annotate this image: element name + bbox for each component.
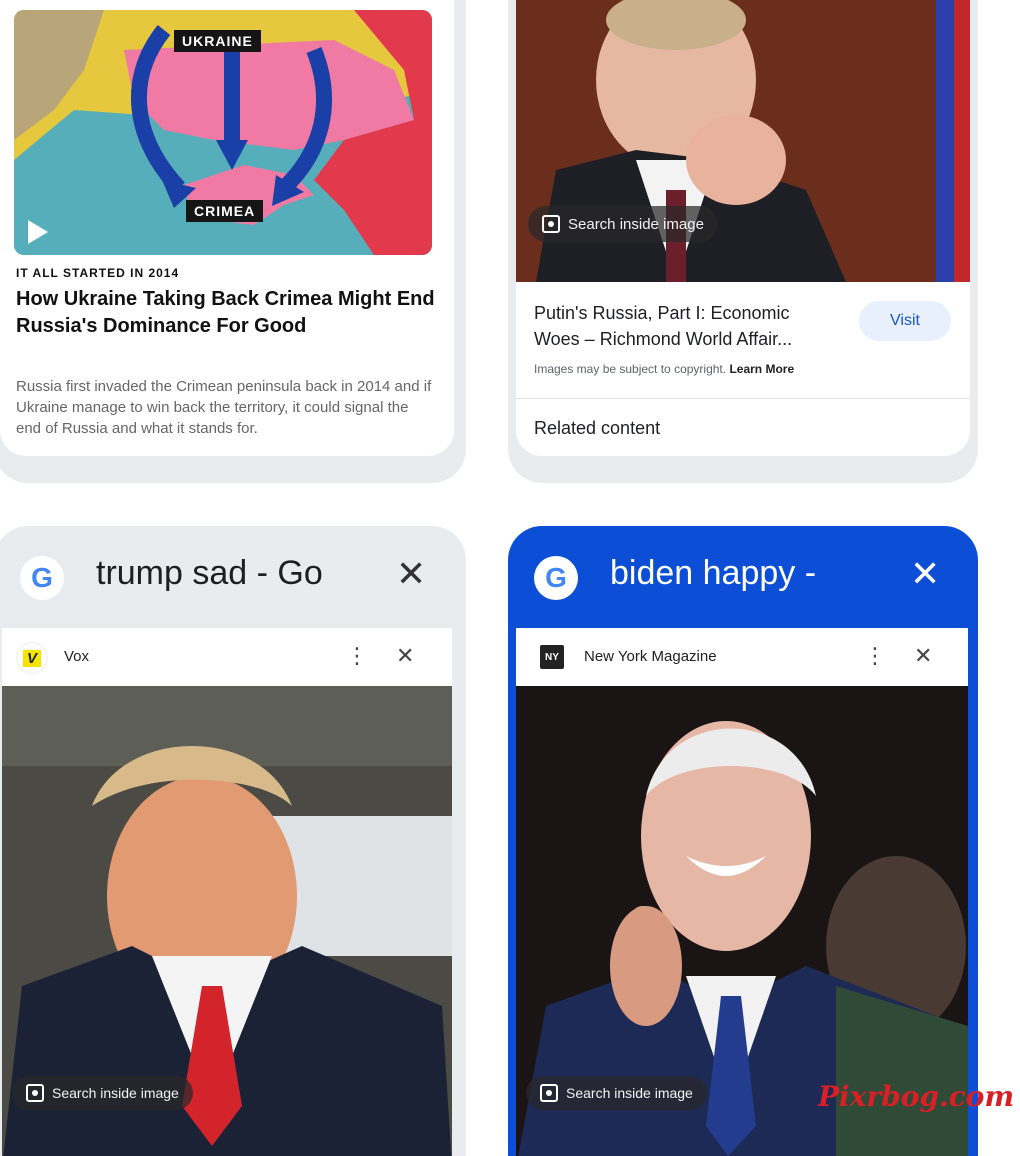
site-toolbar: V Vox ⋮ ✕ xyxy=(2,628,452,687)
vox-logo-icon: V xyxy=(16,642,48,674)
map-label-ukraine: UKRAINE xyxy=(174,30,261,52)
search-inside-label: Search inside image xyxy=(566,1085,693,1101)
close-tab-icon[interactable]: ✕ xyxy=(910,554,940,594)
article-kicker: IT ALL STARTED IN 2014 xyxy=(16,266,180,280)
result-title[interactable]: Putin's Russia, Part I: Economic Woes – … xyxy=(534,300,834,352)
close-icon[interactable]: ✕ xyxy=(914,642,932,670)
google-logo-icon: G xyxy=(20,556,64,600)
tab-header: G biden happy - ✕ xyxy=(508,526,978,628)
search-inside-image-button[interactable]: Search inside image xyxy=(12,1076,193,1110)
tab-header: G trump sad - Go ✕ xyxy=(0,526,466,628)
learn-more-link[interactable]: Learn More xyxy=(729,362,794,376)
visit-button[interactable]: Visit xyxy=(859,301,951,341)
related-content-heading: Related content xyxy=(534,418,661,438)
site-name: Vox xyxy=(64,648,90,665)
close-icon[interactable]: ✕ xyxy=(396,642,414,670)
article-video-thumbnail[interactable]: UKRAINE CRIMEA xyxy=(14,10,432,255)
play-icon[interactable] xyxy=(28,220,48,244)
tab-page-content: Search inside image Putin's Russia, Part… xyxy=(516,0,970,456)
tab-card-biden-happy[interactable]: G biden happy - ✕ NY New York Magazine ⋮… xyxy=(508,526,978,1156)
search-inside-image-button[interactable]: Search inside image xyxy=(528,206,718,242)
lens-icon xyxy=(26,1084,44,1102)
lens-icon xyxy=(540,1084,558,1102)
new-york-magazine-logo-icon: NY xyxy=(540,645,564,669)
article-summary: Russia first invaded the Crimean peninsu… xyxy=(16,378,432,437)
lens-icon xyxy=(542,215,560,233)
tab-page-preview: NY New York Magazine ⋮ ✕ Search inside i… xyxy=(516,628,968,1156)
divider xyxy=(516,398,970,399)
tab-card-crimea-article[interactable]: UKRAINE CRIMEA IT ALL STARTED IN 2014 Ho… xyxy=(0,0,466,483)
article-headline[interactable]: How Ukraine Taking Back Crimea Might End… xyxy=(16,286,436,340)
site-toolbar: NY New York Magazine ⋮ ✕ xyxy=(516,628,968,687)
tab-page-preview: V Vox ⋮ ✕ Search inside image xyxy=(2,628,452,1156)
tab-card-putin-result[interactable]: Search inside image Putin's Russia, Part… xyxy=(508,0,978,483)
more-options-icon[interactable]: ⋮ xyxy=(346,642,368,670)
tab-card-trump-sad[interactable]: G trump sad - Go ✕ V Vox ⋮ ✕ Search insi… xyxy=(0,526,466,1156)
watermark: Pixrbog.com xyxy=(818,1080,1015,1113)
copyright-text: Images may be subject to copyright. xyxy=(534,362,727,376)
search-inside-label: Search inside image xyxy=(52,1085,179,1101)
copyright-notice: Images may be subject to copyright. Lear… xyxy=(534,362,794,376)
tab-page-content: UKRAINE CRIMEA IT ALL STARTED IN 2014 Ho… xyxy=(0,0,454,456)
close-tab-icon[interactable]: ✕ xyxy=(396,554,426,594)
more-options-icon[interactable]: ⋮ xyxy=(864,642,886,670)
map-label-crimea: CRIMEA xyxy=(186,200,264,222)
google-logo-icon: G xyxy=(534,556,578,600)
search-inside-label: Search inside image xyxy=(568,215,704,233)
tab-title: trump sad - Go xyxy=(96,554,323,592)
tab-title: biden happy - xyxy=(610,554,817,592)
site-name: New York Magazine xyxy=(584,648,717,665)
search-inside-image-button[interactable]: Search inside image xyxy=(526,1076,707,1110)
